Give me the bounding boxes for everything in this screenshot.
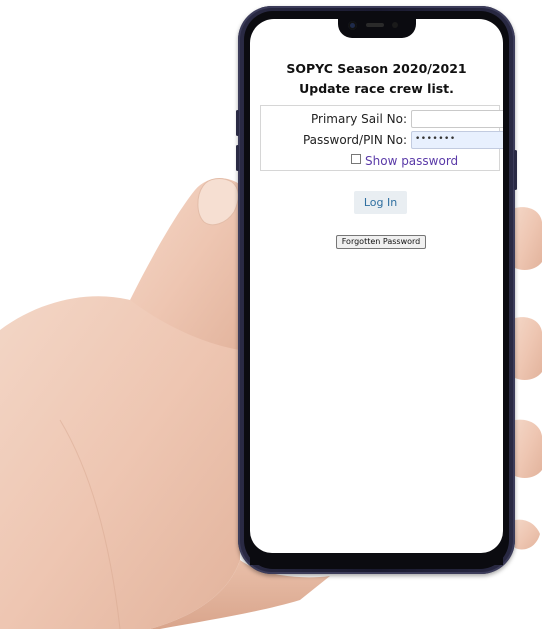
show-password-checkbox[interactable]: [351, 154, 361, 164]
power-button: [514, 150, 517, 190]
volume-button-lower: [236, 145, 239, 171]
show-password-toggle[interactable]: Show password: [351, 154, 458, 168]
forgotten-password-button[interactable]: Forgotten Password: [336, 235, 426, 249]
phone-frame: SOPYC Season 2020/2021 Update race crew …: [238, 6, 515, 574]
sail-number-label: Primary Sail No:: [311, 112, 407, 126]
show-password-label: Show password: [365, 154, 459, 168]
page-subtitle: Update race crew list.: [299, 81, 454, 96]
sail-number-input[interactable]: [411, 110, 503, 128]
login-button[interactable]: Log In: [354, 191, 407, 214]
password-label: Password/PIN No:: [302, 133, 407, 147]
page-title: SOPYC Season 2020/2021: [286, 61, 467, 76]
login-form: Primary Sail No: Password/PIN No: ••••••…: [260, 105, 503, 171]
phone-chin: [250, 553, 503, 565]
phone-screen: SOPYC Season 2020/2021 Update race crew …: [250, 19, 503, 553]
password-input[interactable]: [411, 131, 503, 149]
volume-button: [236, 110, 239, 136]
phone-notch: [338, 18, 416, 38]
stage: SOPYC Season 2020/2021 Update race crew …: [0, 0, 542, 629]
speaker-icon: [366, 23, 384, 27]
sensor-icon: [392, 22, 398, 28]
camera-icon: [348, 21, 357, 30]
